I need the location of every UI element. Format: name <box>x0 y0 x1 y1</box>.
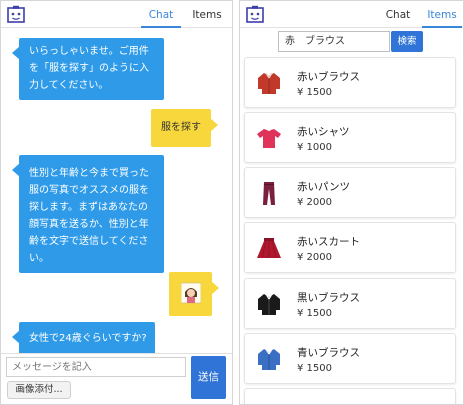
tab-items[interactable]: Items <box>422 1 462 28</box>
items-screen: Chat Items 赤 ブラウス 検索 赤いブラウス ¥ 1500 赤いシャツ… <box>239 0 464 405</box>
item-card[interactable]: 青いブラウス ¥ 1500 <box>244 333 456 384</box>
blouse-icon <box>258 348 280 370</box>
chat-screen: Chat Items いらっしゃいませ。ご用件を「服を探す」のように入力してくだ… <box>0 0 233 405</box>
bot-message: いらっしゃいませ。ご用件を「服を探す」のように入力してください。 <box>12 38 164 100</box>
item-price: ¥ 1500 <box>297 87 332 98</box>
search-input[interactable]: 赤 ブラウス <box>278 31 390 52</box>
item-price: ¥ 1000 <box>297 142 332 153</box>
item-card[interactable]: 赤いスカート ¥ 2000 <box>244 222 456 273</box>
tab-chat[interactable]: Chat <box>141 1 181 28</box>
item-price: ¥ 1500 <box>297 308 332 319</box>
user-message: 服を探す <box>151 109 218 147</box>
tab-chat[interactable]: Chat <box>380 1 416 28</box>
item-card[interactable]: 赤いブラウス ¥ 1500 <box>244 57 456 108</box>
item-price: ¥ 1500 <box>297 363 332 374</box>
item-card[interactable]: 赤いシャツ ¥ 1000 <box>244 112 456 163</box>
message-input[interactable] <box>6 357 186 377</box>
chat-input-area: 画像添付... 送信 <box>1 353 232 404</box>
item-name: 赤いスカート <box>297 236 360 248</box>
item-name: 赤いシャツ <box>297 126 350 138</box>
tab-items[interactable]: Items <box>187 1 227 28</box>
pants-icon <box>263 182 275 205</box>
item-name: 赤いブラウス <box>297 71 360 83</box>
tshirt-icon <box>257 129 281 148</box>
item-name: 黒いブラウス <box>297 292 360 304</box>
item-name: 赤いパンツ <box>297 181 351 193</box>
item-price: ¥ 2000 <box>297 252 332 263</box>
item-card[interactable]: 黒いブラウス ¥ 1500 <box>244 278 456 329</box>
attach-image-button[interactable]: 画像添付... <box>7 381 71 399</box>
send-button[interactable]: 送信 <box>191 356 226 399</box>
robot-logo-icon <box>246 5 264 23</box>
item-name: 青いブラウス <box>297 347 360 359</box>
bot-message: 女性で24歳ぐらいですか? <box>12 322 155 356</box>
skirt-icon <box>257 238 281 259</box>
blouse-icon <box>258 72 280 94</box>
item-card[interactable] <box>244 388 456 404</box>
chat-topbar: Chat Items <box>1 1 232 28</box>
item-card[interactable]: 赤いパンツ ¥ 2000 <box>244 167 456 218</box>
face-photo-icon <box>181 282 201 304</box>
search-button[interactable]: 検索 <box>391 31 423 52</box>
robot-logo-icon <box>7 5 25 23</box>
user-image-message <box>169 272 219 316</box>
blouse-icon <box>258 293 280 315</box>
item-price: ¥ 2000 <box>297 197 332 208</box>
items-topbar: Chat Items <box>240 1 463 28</box>
bot-message: 性別と年齢と今まで買った服の写真でオススメの服を探します。まずはあなたの顔写真を… <box>12 155 164 273</box>
